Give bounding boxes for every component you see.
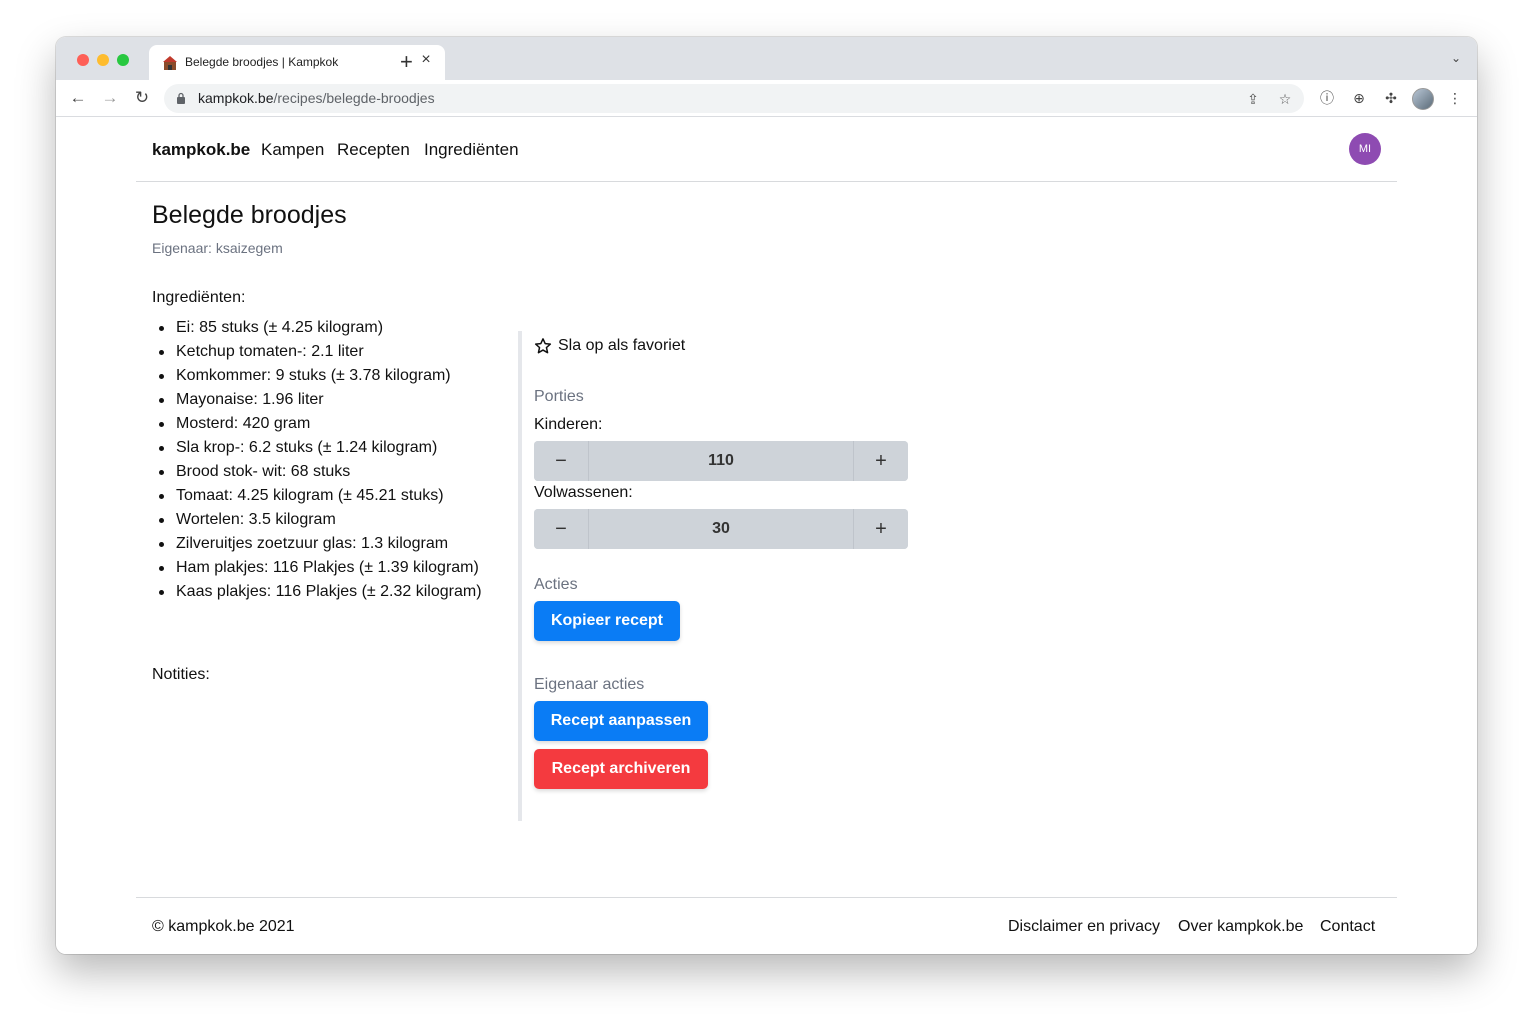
adults-label: Volwassenen: — [534, 484, 633, 501]
copyright-text: © kampkok.be 2021 — [152, 918, 295, 935]
browser-toolbar: ← → ↻ kampkok.be/recipes/belegde-broodje… — [56, 80, 1477, 117]
lock-icon — [177, 92, 185, 104]
bookmark-star-icon[interactable]: ☆ — [1276, 90, 1294, 108]
list-item: Komkommer: 9 stuks (± 3.78 kilogram) — [152, 364, 482, 388]
favorite-toggle-label[interactable]: Sla op als favoriet — [558, 337, 685, 355]
address-bar[interactable]: kampkok.be/recipes/belegde-broodjes ⇪ ☆ — [164, 84, 1304, 113]
list-item: Ham plakjes: 116 Plakjes (± 1.39 kilogra… — [152, 556, 482, 580]
user-avatar[interactable]: MI — [1349, 133, 1381, 165]
back-arrow-icon[interactable]: ← — [68, 88, 88, 108]
adults-stepper: − 30 + — [534, 509, 908, 549]
ingredients-list: Ei: 85 stuks (± 4.25 kilogram) Ketchup t… — [152, 316, 482, 604]
reload-icon[interactable]: ↻ — [132, 88, 152, 108]
recipe-owner: Eigenaar: ksaizegem — [152, 240, 283, 256]
tab-close-icon[interactable]: × — [417, 51, 435, 69]
list-item: Kaas plakjes: 116 Plakjes (± 2.32 kilogr… — [152, 580, 482, 604]
nav-link-ingredienten[interactable]: Ingrediënten — [424, 140, 519, 160]
browser-menu-icon[interactable]: ⋮ — [1446, 89, 1464, 107]
page-content: kampkok.be Kampen Recepten Ingrediënten … — [56, 117, 1477, 954]
footer-link-about[interactable]: Over kampkok.be — [1178, 918, 1303, 936]
children-stepper: − 110 + — [534, 441, 908, 481]
url-path: /recipes/belegde-broodjes — [273, 90, 435, 106]
tab-strip: Belegde broodjes | Kampkok × + ⌄ — [56, 37, 1477, 80]
browser-window: Belegde broodjes | Kampkok × + ⌄ ← → ↻ k… — [56, 37, 1477, 954]
list-item: Tomaat: 4.25 kilogram (± 45.21 stuks) — [152, 484, 482, 508]
list-item: Mayonaise: 1.96 liter — [152, 388, 482, 412]
ingredients-heading: Ingrediënten: — [152, 289, 246, 306]
minimize-window-button[interactable] — [97, 54, 109, 66]
list-item: Zilveruitjes zoetzuur glas: 1.3 kilogram — [152, 532, 482, 556]
password-extension-icon[interactable]: ⓘ — [1318, 89, 1336, 107]
list-item: Ketchup tomaten-: 2.1 liter — [152, 340, 482, 364]
nav-link-recepten[interactable]: Recepten — [337, 140, 410, 160]
adults-count-input[interactable]: 30 — [589, 509, 853, 549]
adults-decrement-button[interactable]: − — [534, 509, 589, 549]
copy-recipe-button[interactable]: Kopieer recept — [534, 601, 680, 641]
site-navbar: kampkok.be Kampen Recepten Ingrediënten … — [136, 117, 1397, 182]
share-icon[interactable]: ⇪ — [1244, 90, 1262, 108]
brand-link[interactable]: kampkok.be — [152, 140, 250, 160]
children-label: Kinderen: — [534, 416, 603, 433]
close-window-button[interactable] — [77, 54, 89, 66]
children-decrement-button[interactable]: − — [534, 441, 589, 481]
owner-actions-heading: Eigenaar acties — [534, 676, 645, 693]
tab-title: Belegde broodjes | Kampkok — [185, 55, 339, 69]
list-item: Ei: 85 stuks (± 4.25 kilogram) — [152, 316, 482, 340]
site-footer: © kampkok.be 2021 Disclaimer en privacy … — [136, 897, 1397, 954]
column-divider — [518, 331, 522, 821]
list-item: Brood stok- wit: 68 stuks — [152, 460, 482, 484]
translate-extension-icon[interactable]: ⊕ — [1350, 89, 1368, 107]
list-item: Mosterd: 420 gram — [152, 412, 482, 436]
maximize-window-button[interactable] — [117, 54, 129, 66]
page-title: Belegde broodjes — [152, 201, 347, 229]
new-tab-button[interactable]: + — [400, 49, 413, 75]
url-text: kampkok.be/recipes/belegde-broodjes — [198, 90, 435, 106]
actions-heading: Acties — [534, 576, 578, 593]
adults-increment-button[interactable]: + — [853, 509, 908, 549]
footer-link-contact[interactable]: Contact — [1320, 918, 1375, 936]
footer-link-disclaimer[interactable]: Disclaimer en privacy — [1008, 918, 1160, 936]
portions-heading: Porties — [534, 388, 584, 405]
children-increment-button[interactable]: + — [853, 441, 908, 481]
profile-avatar-icon[interactable] — [1412, 88, 1434, 110]
tab-search-chevron-icon[interactable]: ⌄ — [1451, 51, 1461, 65]
url-host: kampkok.be — [198, 90, 274, 106]
nav-link-kampen[interactable]: Kampen — [261, 140, 324, 160]
kampkok-favicon-icon — [163, 56, 177, 70]
edit-recipe-button[interactable]: Recept aanpassen — [534, 701, 708, 741]
extensions-puzzle-icon[interactable]: ✣ — [1382, 89, 1400, 107]
list-item: Sla krop-: 6.2 stuks (± 1.24 kilogram) — [152, 436, 482, 460]
forward-arrow-icon[interactable]: → — [100, 88, 120, 108]
archive-recipe-button[interactable]: Recept archiveren — [534, 749, 708, 789]
notes-heading: Notities: — [152, 666, 210, 683]
list-item: Wortelen: 3.5 kilogram — [152, 508, 482, 532]
star-outline-icon[interactable] — [534, 337, 552, 355]
children-count-input[interactable]: 110 — [589, 441, 853, 481]
